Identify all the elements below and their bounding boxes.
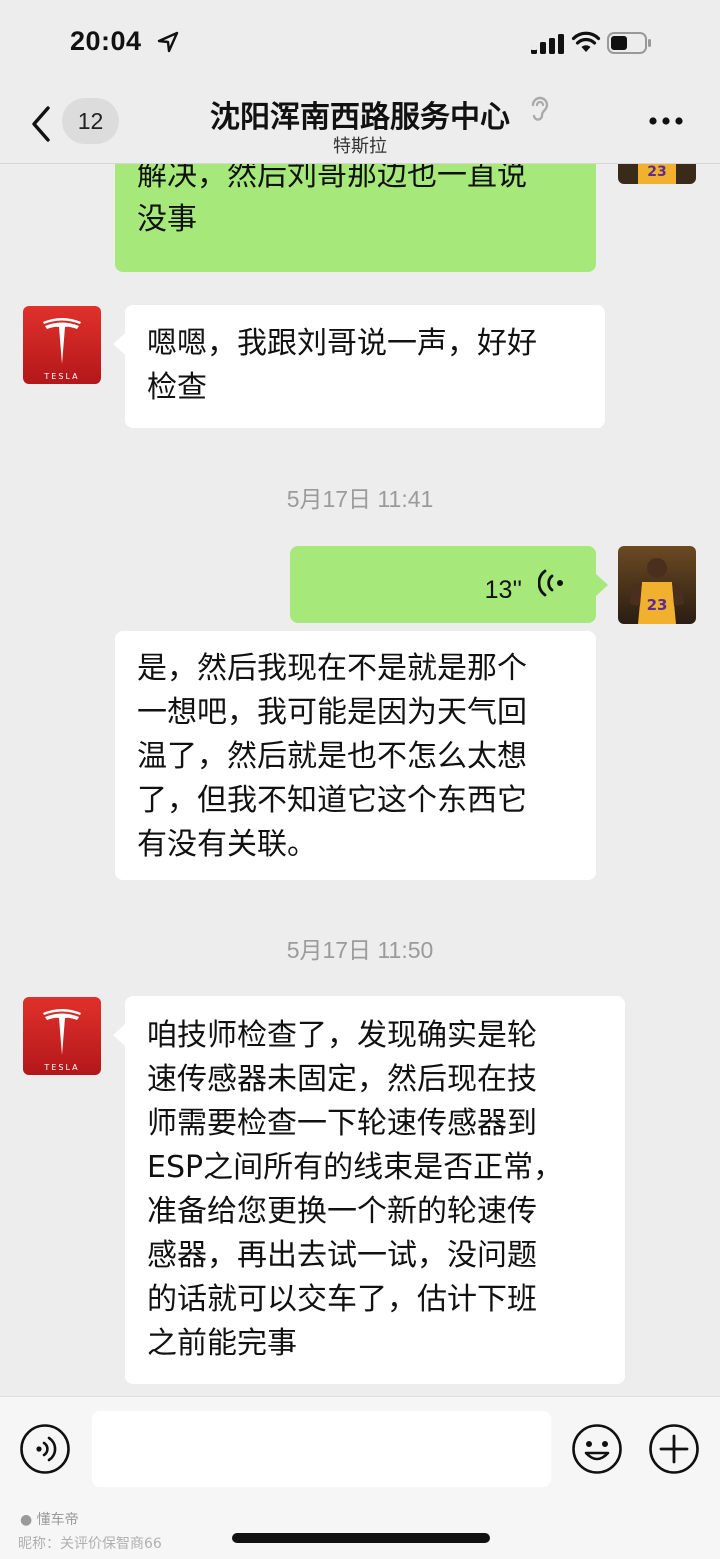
message-line: 咱技师检查了，发现确实是轮	[147, 1018, 537, 1053]
status-time: 20:04	[70, 26, 142, 56]
home-indicator[interactable]	[232, 1533, 490, 1543]
svg-text:23: 23	[647, 596, 668, 614]
message-line: 之前能完事	[147, 1326, 297, 1361]
outgoing-message-bubble[interactable]: 解决，然后刘哥那边也一直说 没事	[115, 164, 596, 272]
tesla-wordmark: TESLA	[43, 372, 79, 381]
battery-icon	[607, 32, 651, 54]
message-line: 感器，再出去试一试，没问题	[147, 1238, 537, 1273]
watermark-nickname: 昵称：关评价保智商66	[18, 1536, 162, 1552]
incoming-message-bubble[interactable]: 咱技师检查了，发现确实是轮 速传感器未固定，然后现在技 师需要检查一下轮速传感器…	[113, 996, 625, 1384]
self-avatar[interactable]: 23	[618, 546, 696, 624]
chat-subtitle: 特斯拉	[333, 136, 387, 157]
timestamp: 5月17日 11:50	[286, 937, 434, 963]
location-arrow-icon	[157, 31, 179, 53]
self-avatar[interactable]: 23	[618, 164, 696, 184]
watermark-brand-text: 懂车帝	[36, 1512, 79, 1528]
svg-text:23: 23	[647, 164, 666, 180]
basketball-player-avatar-icon: 23	[618, 164, 696, 184]
chat-input-bar: ● 懂车帝 昵称：关评价保智商66	[0, 1396, 720, 1559]
message-line: 检查	[147, 370, 207, 405]
plus-icon[interactable]	[648, 1423, 700, 1475]
status-bar: 20:04	[0, 0, 720, 88]
message-input[interactable]	[92, 1411, 551, 1487]
basketball-player-avatar-icon: 23	[618, 546, 696, 624]
timestamp: 5月17日 11:41	[286, 486, 434, 512]
watermark-brand: ● 懂车帝	[20, 1509, 79, 1529]
voice-message-bubble[interactable]: 13''	[290, 546, 608, 623]
message-line: 嗯嗯，我跟刘哥说一声，好好	[147, 326, 537, 361]
message-line: ESP之间所有的线束是否正常，	[147, 1150, 564, 1185]
wifi-icon	[571, 31, 601, 52]
transcript-line: 是，然后我现在不是就是那个	[137, 651, 527, 686]
message-line: 解决，然后刘哥那边也一直说	[137, 164, 527, 193]
message-line: 的话就可以交车了，估计下班	[147, 1282, 537, 1317]
transcript-line: 有没有关联。	[137, 827, 317, 862]
transcript-line: 一想吧，我可能是因为天气回	[137, 695, 527, 730]
tesla-logo-icon: TESLA	[23, 997, 101, 1075]
more-options-icon[interactable]	[648, 116, 684, 126]
tesla-logo-icon: TESLA	[23, 306, 101, 384]
chat-header: 12 沈阳浑南西路服务中心 特斯拉	[0, 88, 720, 164]
voice-wave-icon	[538, 569, 563, 597]
voice-input-icon[interactable]	[19, 1423, 71, 1475]
incoming-message-bubble[interactable]: 嗯嗯，我跟刘哥说一声，好好 检查	[113, 305, 605, 428]
chat-title: 沈阳浑南西路服务中心	[210, 100, 510, 135]
earpiece-mode-icon	[531, 96, 549, 121]
voice-duration: 13''	[484, 576, 522, 604]
message-line: 没事	[137, 202, 197, 237]
message-line: 准备给您更换一个新的轮速传	[147, 1194, 537, 1229]
message-line: 速传感器未固定，然后现在技	[147, 1062, 537, 1097]
transcript-line: 温了，然后就是也不怎么太想	[137, 739, 527, 774]
tesla-wordmark: TESLA	[43, 1063, 79, 1072]
transcript-line: 了，但我不知道它这个东西它	[137, 783, 527, 818]
emoji-icon[interactable]	[571, 1423, 623, 1475]
tesla-avatar[interactable]: TESLA	[23, 997, 101, 1075]
voice-transcript-bubble[interactable]: 是，然后我现在不是就是那个 一想吧，我可能是因为天气回 温了，然后就是也不怎么太…	[115, 631, 596, 880]
tesla-avatar[interactable]: TESLA	[23, 306, 101, 384]
message-list[interactable]: 解决，然后刘哥那边也一直说 没事 23 TESLA 嗯嗯，我跟刘哥说一声，好好	[0, 164, 720, 1396]
cellular-signal-icon	[531, 34, 564, 54]
watermark-logo-icon: ●	[20, 1512, 33, 1528]
message-line: 师需要检查一下轮速传感器到	[147, 1106, 537, 1141]
